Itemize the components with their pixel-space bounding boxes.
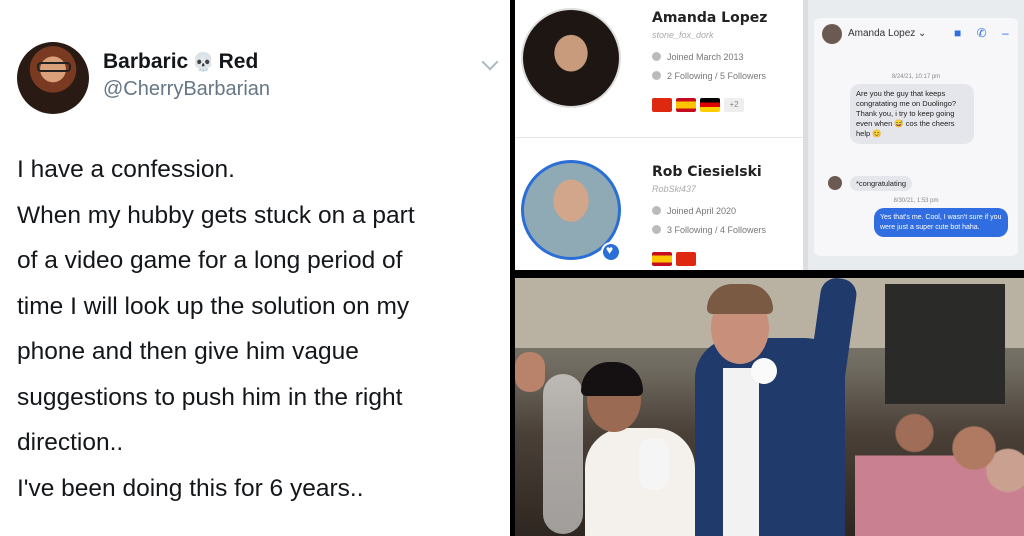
tweet-line: of a video game for a long period of [17,247,403,274]
flag-spain-icon [676,98,696,112]
profile-joined: Joined April 2020 [652,206,736,216]
timestamp: 8/30/21, 1:53 pm [893,198,939,204]
tweet-line: I've been doing this for 6 years.. [17,474,364,502]
heart-badge-icon [601,242,621,262]
flag-spain-icon [652,252,672,266]
call-icons[interactable]: ■ ✆ – [954,26,1015,40]
chevron-down-icon[interactable] [481,53,499,71]
outgoing-message: Yes that's me. Cool, I wasn't sure if yo… [874,208,1008,237]
boutonniere-shape [751,358,777,384]
flag-china-icon [652,98,672,112]
clock-icon [652,52,661,61]
follow-text: 3 Following / 4 Followers [667,225,767,235]
photo-groom-hair [707,284,773,314]
language-flags [652,252,696,266]
contact-name[interactable]: Amanda Lopez ⌄ [848,28,926,39]
tweet-line: When my hubby gets stuck on a part [17,201,415,229]
photo-hand [515,352,545,392]
tweet-line: phone and then give him vague [17,338,359,365]
profile-card-amanda: Amanda Lopez stone_fox_dork Joined March… [515,0,803,135]
more-flags-badge[interactable]: +2 [724,98,744,112]
tweet-line: suggestions to push him in the right [17,383,403,411]
wedding-photo [515,278,1024,536]
photo-veil [543,374,583,534]
photo-bride-hair [581,362,643,396]
profile-card-rob: Rob Ciesielski RobSki437 Joined April 20… [515,137,803,270]
incoming-message: *congratulating [850,176,913,191]
profile-name: Amanda Lopez [652,10,768,26]
follow-text: 2 Following / 5 Followers [667,71,767,81]
tweet-line: I have a confession. [17,156,235,183]
profile-username: stone_fox_dork [652,30,714,40]
tweet-display-name[interactable]: Barbaric 💀 Red [103,50,258,74]
timestamp: 8/24/21, 10:17 pm [891,74,941,80]
joined-text: Joined March 2013 [667,52,744,62]
clock-icon [652,206,661,215]
profile-avatar[interactable] [521,8,621,108]
tweet-line: direction.. [17,429,124,456]
chat-header: Amanda Lopez ⌄ ■ ✆ – [818,22,1018,50]
flag-germany-icon [700,98,720,112]
profile-joined: Joined March 2013 [652,52,744,62]
joined-text: Joined April 2020 [667,206,737,216]
profile-follow: 2 Following / 5 Followers [652,71,766,81]
photo-groom-shirt [723,368,759,536]
glasses-shape [37,62,71,72]
people-icon [652,225,661,234]
panel-divider [515,270,1024,278]
tweet-handle[interactable]: @CherryBarbarian [103,78,270,101]
tweet-line: time I will look up the solution on my [17,292,410,320]
photo-glove [639,438,669,490]
profile-username: RobSki437 [652,184,697,194]
skull-icon: 💀 [192,52,215,72]
sender-avatar [828,176,842,190]
photo-crowd [855,388,1024,536]
profiles-panel: Amanda Lopez stone_fox_dork Joined March… [515,0,803,270]
tweet-avatar[interactable] [17,42,89,114]
people-icon [652,71,661,80]
messenger-panel: Amanda Lopez ⌄ ■ ✆ – 8/24/21, 10:17 pm A… [808,0,1024,270]
profile-follow: 3 Following / 4 Followers [652,225,766,235]
photo-window [885,284,1005,404]
contact-avatar[interactable] [822,24,842,44]
tweet-body: I have a confession. When my hubby gets … [17,147,502,511]
profile-name: Rob Ciesielski [652,164,762,180]
display-name-first: Barbaric [103,50,189,73]
language-flags: +2 [652,98,744,112]
incoming-message: Are you the guy that keeps congratating … [850,84,974,144]
tweet-card: Barbaric 💀 Red @CherryBarbarian I have a c… [0,0,510,536]
display-name-last: Red [218,50,259,73]
flag-china-icon [676,252,696,266]
